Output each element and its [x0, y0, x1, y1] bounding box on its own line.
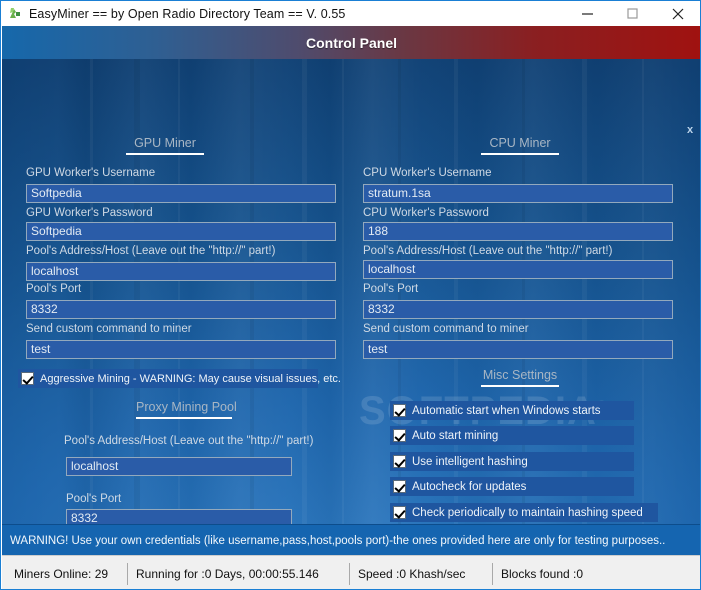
control-panel-title: Control Panel: [305, 34, 397, 51]
title-bar: EasyMiner == by Open Radio Directory Tea…: [1, 1, 700, 26]
cpu-pool-port-input[interactable]: 8332: [363, 300, 673, 319]
proxy-pool-port-label: Pool's Port: [66, 493, 122, 505]
cpu-custom-command-label: Send custom command to miner: [363, 323, 529, 335]
gpu-password-label: GPU Worker's Password: [26, 207, 153, 219]
window-controls: [565, 1, 700, 26]
cpu-pool-host-input[interactable]: localhost: [363, 260, 673, 279]
cpu-pool-host-label: Pool's Address/Host (Leave out the "http…: [363, 245, 613, 257]
proxy-pool-port-input[interactable]: 8332: [66, 509, 292, 524]
cpu-username-label: CPU Worker's Username: [363, 167, 492, 179]
minimize-button[interactable]: [565, 1, 610, 26]
cpu-username-input[interactable]: stratum.1sa: [363, 184, 673, 203]
panel-close-link[interactable]: x: [683, 123, 697, 137]
cpu-miner-heading: CPU Miner: [481, 136, 559, 155]
gpu-custom-command-input[interactable]: test: [26, 340, 336, 359]
status-running-time: Running for :0 Days, 00:00:55.146: [127, 562, 349, 585]
gpu-password-input[interactable]: Softpedia: [26, 222, 336, 241]
misc-option-auto-start-mining-label: Auto start mining: [412, 429, 499, 442]
control-panel-header: Control Panel: [2, 26, 700, 59]
misc-option-autocheck-updates-label: Autocheck for updates: [412, 480, 527, 493]
misc-option-intelligent-hashing-label: Use intelligent hashing: [412, 455, 528, 468]
easyminer-window: EasyMiner == by Open Radio Directory Tea…: [0, 0, 701, 590]
status-bar: Miners Online: 29 Running for :0 Days, 0…: [2, 555, 700, 589]
gpu-username-input[interactable]: Softpedia: [26, 184, 336, 203]
misc-option-autostart-windows-checkbox[interactable]: [393, 404, 406, 417]
proxy-mining-pool-heading: Proxy Mining Pool: [136, 400, 237, 419]
aggressive-mining-checkbox-row[interactable]: Aggressive Mining - WARNING: May cause v…: [18, 369, 341, 388]
misc-option-autostart-windows-label: Automatic start when Windows starts: [412, 404, 601, 417]
misc-option-intelligent-hashing-row[interactable]: Use intelligent hashing: [390, 452, 634, 471]
misc-settings-heading: Misc Settings: [481, 368, 559, 387]
window-title: EasyMiner == by Open Radio Directory Tea…: [29, 6, 346, 21]
app-icon: [7, 6, 23, 22]
warning-text: WARNING! Use your own credentials (like …: [10, 534, 666, 547]
misc-option-check-hashing-speed-checkbox[interactable]: [393, 506, 406, 519]
close-button[interactable]: [655, 1, 700, 26]
maximize-button[interactable]: [610, 1, 655, 26]
cpu-password-input[interactable]: 188: [363, 222, 673, 241]
misc-option-autocheck-updates-checkbox[interactable]: [393, 480, 406, 493]
cpu-custom-command-input[interactable]: test: [363, 340, 673, 359]
misc-option-autocheck-updates-row[interactable]: Autocheck for updates: [390, 477, 634, 496]
misc-option-autostart-windows-row[interactable]: Automatic start when Windows starts: [390, 401, 634, 420]
gpu-miner-heading: GPU Miner: [126, 136, 204, 155]
cpu-password-label: CPU Worker's Password: [363, 207, 489, 219]
aggressive-mining-checkbox[interactable]: [21, 372, 34, 385]
gpu-username-label: GPU Worker's Username: [26, 167, 156, 179]
proxy-pool-host-label: Pool's Address/Host (Leave out the "http…: [64, 435, 314, 447]
gpu-pool-host-input[interactable]: localhost: [26, 262, 336, 281]
status-speed: Speed :0 Khash/sec: [349, 562, 492, 585]
proxy-pool-host-input[interactable]: localhost: [66, 457, 292, 476]
misc-option-intelligent-hashing-checkbox[interactable]: [393, 455, 406, 468]
warning-bar: WARNING! Use your own credentials (like …: [2, 524, 700, 556]
main-panel: SOFTPEDIA® x GPU Miner GPU Worker's User…: [2, 59, 700, 524]
misc-option-check-hashing-speed-label: Check periodically to maintain hashing s…: [412, 506, 643, 519]
gpu-pool-port-label: Pool's Port: [26, 283, 82, 295]
aggressive-mining-label: Aggressive Mining - WARNING: May cause v…: [40, 372, 341, 385]
gpu-pool-port-input[interactable]: 8332: [26, 300, 336, 319]
cpu-pool-port-label: Pool's Port: [363, 283, 419, 295]
misc-option-check-hashing-speed-row[interactable]: Check periodically to maintain hashing s…: [390, 503, 658, 522]
gpu-custom-command-label: Send custom command to miner: [26, 323, 192, 335]
misc-option-auto-start-mining-checkbox[interactable]: [393, 429, 406, 442]
status-blocks-found: Blocks found :0: [492, 562, 699, 585]
gpu-pool-host-label: Pool's Address/Host (Leave out the "http…: [26, 245, 276, 257]
misc-option-auto-start-mining-row[interactable]: Auto start mining: [390, 426, 634, 445]
status-miners-online: Miners Online: 29: [14, 566, 109, 581]
